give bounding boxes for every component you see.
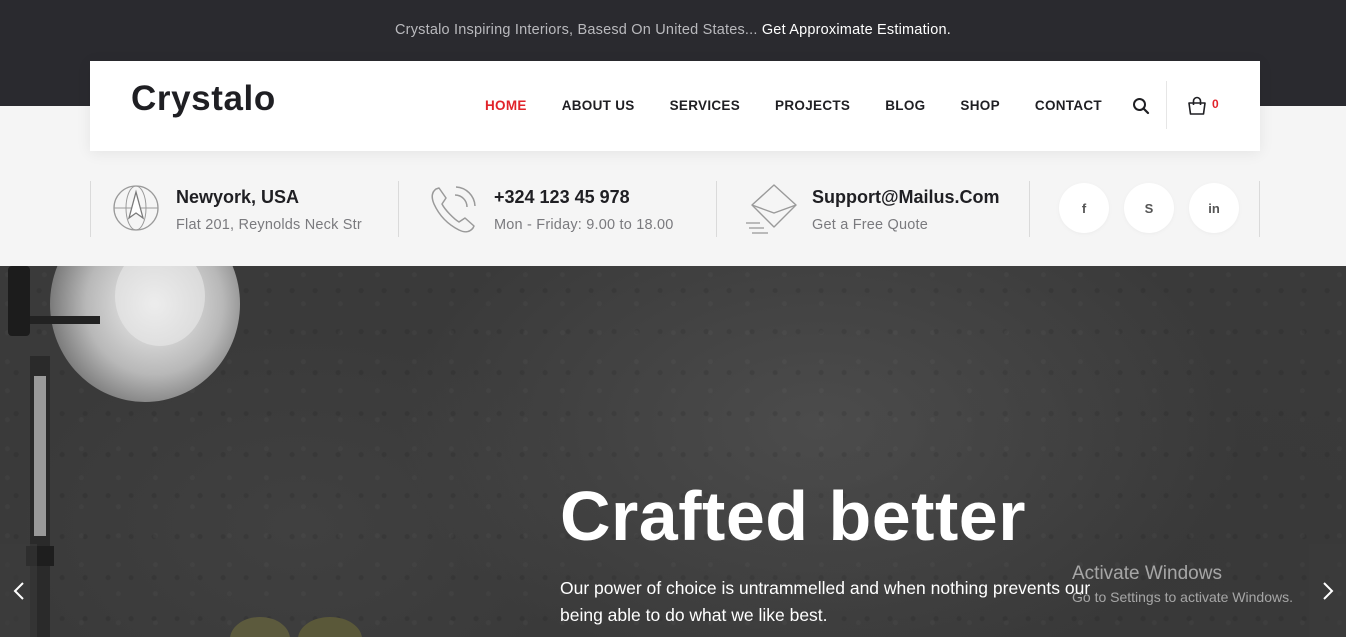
info-email: Support@Mailus.Com Get a Free Quote <box>746 181 1016 237</box>
nav-services[interactable]: SERVICES <box>670 98 740 113</box>
slider-prev-button[interactable] <box>0 544 37 637</box>
nav-shop[interactable]: SHOP <box>960 98 999 113</box>
chevron-right-icon <box>1322 581 1333 600</box>
info-location: Newyork, USA Flat 201, Reynolds Neck Str <box>112 181 382 237</box>
location-address: Flat 201, Reynolds Neck Str <box>176 217 362 233</box>
location-title: Newyork, USA <box>176 187 300 207</box>
phone-hours: Mon - Friday: 9.00 to 18.00 <box>494 217 674 233</box>
support-email[interactable]: Support@Mailus.Com <box>812 187 1000 208</box>
shopping-bag-icon <box>1188 96 1206 115</box>
main-menu: HOME ABOUT US SERVICES PROJECTS BLOG SHO… <box>485 98 1137 113</box>
info-divider <box>716 181 717 237</box>
phone-number[interactable]: +324 123 45 978 <box>494 187 630 208</box>
envelope-icon <box>746 184 797 234</box>
header-nav: Crystalo HOME ABOUT US SERVICES PROJECTS… <box>90 61 1260 151</box>
nav-projects[interactable]: PROJECTS <box>775 98 850 113</box>
search-button[interactable] <box>1132 97 1152 117</box>
facebook-button[interactable]: f <box>1059 183 1109 233</box>
info-phone: +324 123 45 978 Mon - Friday: 9.00 to 18… <box>428 181 708 237</box>
nav-divider <box>1166 81 1167 129</box>
hero-slider: Crafted better Our power of choice is un… <box>0 266 1346 637</box>
nav-home[interactable]: HOME <box>485 98 527 113</box>
skype-icon: S <box>1144 200 1154 216</box>
activate-windows-title: Activate Windows <box>1072 563 1222 584</box>
slider-next-button[interactable] <box>1309 544 1346 637</box>
activate-windows-hint: Go to Settings to activate Windows. <box>1072 589 1293 605</box>
cart-button[interactable] <box>1187 96 1209 118</box>
top-bar-message: Crystalo Inspiring Interiors, Basesd On … <box>395 22 758 38</box>
search-icon <box>1133 98 1150 115</box>
cactus-illustration <box>230 617 362 637</box>
chevron-left-icon <box>13 581 24 600</box>
info-divider <box>398 181 399 237</box>
site-logo[interactable]: Crystalo <box>131 79 276 119</box>
cart-count-badge: 0 <box>1212 97 1219 111</box>
facebook-icon: f <box>1081 200 1087 216</box>
linkedin-button[interactable]: in <box>1189 183 1239 233</box>
hero-subtitle: Our power of choice is untrammelled and … <box>560 578 1091 625</box>
top-bar-text: Crystalo Inspiring Interiors, Basesd On … <box>0 22 1346 38</box>
linkedin-icon: in <box>1208 200 1220 216</box>
phone-icon <box>431 186 476 233</box>
compass-icon <box>113 185 159 231</box>
nav-blog[interactable]: BLOG <box>885 98 925 113</box>
skype-button[interactable]: S <box>1124 183 1174 233</box>
activate-windows-watermark: Activate Windows Go to Settings to activ… <box>1072 563 1293 605</box>
info-divider <box>90 181 91 237</box>
info-divider <box>1029 181 1030 237</box>
estimation-link[interactable]: Get Approximate Estimation. <box>762 22 951 38</box>
free-quote-link[interactable]: Get a Free Quote <box>812 217 928 233</box>
nav-contact[interactable]: CONTACT <box>1035 98 1102 113</box>
hero-title: Crafted better <box>560 477 1026 555</box>
nav-about-us[interactable]: ABOUT US <box>562 98 635 113</box>
info-divider <box>1259 181 1260 237</box>
